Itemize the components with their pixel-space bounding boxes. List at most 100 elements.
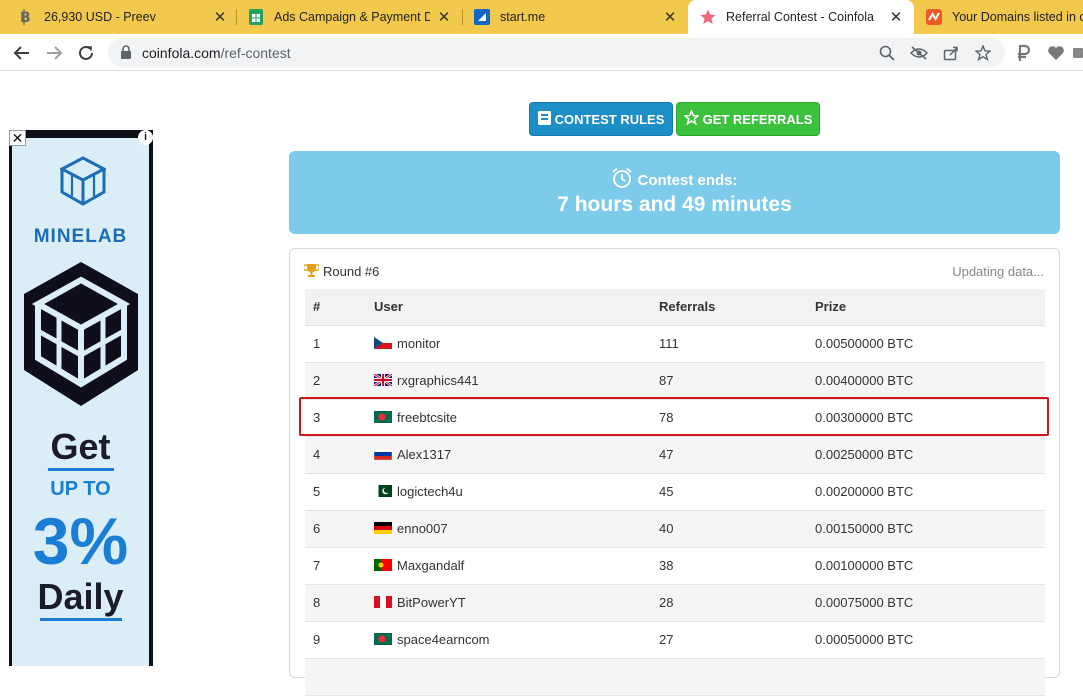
trophy-icon bbox=[302, 263, 321, 280]
countdown-time: 7 hours and 49 minutes bbox=[557, 193, 792, 216]
table-row: 2 rxgraphics441 87 0.00400000 BTC bbox=[305, 362, 1045, 400]
ad-brand: MINELAB bbox=[33, 226, 128, 247]
flag-cz-icon bbox=[374, 337, 392, 349]
url-host: coinfola.com bbox=[142, 45, 221, 61]
tab-title: Referral Contest - Coinfola bbox=[726, 10, 874, 24]
tab-referral-contest[interactable]: Referral Contest - Coinfola ✕ bbox=[688, 0, 914, 34]
table-row: 4 Alex1317 47 0.00250000 BTC bbox=[305, 436, 1045, 474]
countdown-label: Contest ends: bbox=[637, 171, 738, 189]
prize-cell: 0.00075000 BTC bbox=[807, 584, 1045, 622]
forward-icon[interactable] bbox=[42, 41, 66, 65]
column-header-prize: Prize bbox=[807, 289, 1045, 326]
flag-gb-icon bbox=[373, 373, 393, 387]
user-cell: BitPowerYT bbox=[366, 584, 651, 622]
bitcoin-icon: B bbox=[18, 9, 34, 25]
eye-off-icon[interactable] bbox=[910, 44, 928, 62]
get-referrals-button[interactable]: GET REFERRALS bbox=[676, 102, 820, 136]
username: enno007 bbox=[397, 521, 448, 536]
tab-title: 26,930 USD - Preev bbox=[44, 10, 156, 24]
user-cell: space4earncom bbox=[366, 621, 651, 659]
lock-icon[interactable] bbox=[120, 45, 132, 64]
username: monitor bbox=[397, 336, 441, 351]
user-cell: Alex1317 bbox=[366, 436, 651, 474]
tab-title: Your Domains listed in or bbox=[952, 10, 1083, 24]
tab-startme[interactable]: start.me ✕ bbox=[462, 0, 688, 34]
browser-toolbar: coinfola.com/ref-contest bbox=[0, 34, 1083, 71]
close-tab-icon[interactable]: ✕ bbox=[662, 8, 678, 26]
username: BitPowerYT bbox=[397, 595, 466, 610]
table-row: 1 monitor 111 0.00500000 BTC bbox=[305, 325, 1045, 363]
startme-icon bbox=[474, 9, 490, 25]
leaderboard-table: # User Referrals Prize 1 monitor 111 0.0… bbox=[305, 289, 1045, 696]
rules-book-icon bbox=[537, 110, 551, 128]
back-icon[interactable] bbox=[10, 41, 34, 65]
referrals-cell: 47 bbox=[651, 436, 807, 474]
tab-title: start.me bbox=[500, 10, 546, 24]
referrals-cell: 27 bbox=[651, 621, 807, 659]
bookmark-star-icon[interactable] bbox=[974, 44, 992, 62]
rank-cell: 4 bbox=[305, 436, 366, 474]
heart-extension-icon[interactable] bbox=[1044, 41, 1068, 65]
ad-banner[interactable]: MINELAB Get UP TO 3% Daily bbox=[12, 138, 149, 666]
tab-strip: B 26,930 USD - Preev ✕ Ads Campaign & Pa… bbox=[0, 0, 1083, 34]
tab-your-domains[interactable]: Your Domains listed in or bbox=[914, 0, 1083, 34]
username: space4earncom bbox=[397, 632, 490, 647]
reload-icon[interactable] bbox=[74, 41, 98, 65]
user-cell: rxgraphics441 bbox=[366, 362, 651, 400]
flag-ru-icon bbox=[373, 447, 393, 461]
rank-cell: 5 bbox=[305, 473, 366, 511]
share-icon[interactable] bbox=[942, 44, 960, 62]
sheets-icon bbox=[248, 9, 264, 25]
referrals-cell: 87 bbox=[651, 362, 807, 400]
referrals-cell: 40 bbox=[651, 510, 807, 548]
rank-cell: 6 bbox=[305, 510, 366, 548]
url-path: /ref-contest bbox=[220, 45, 291, 61]
referrals-cell: 38 bbox=[651, 547, 807, 585]
domains-icon bbox=[926, 9, 942, 25]
rank-cell bbox=[305, 658, 366, 696]
column-header-rank: # bbox=[305, 289, 366, 326]
prize-cell bbox=[807, 658, 1045, 696]
prize-cell: 0.00050000 BTC bbox=[807, 621, 1045, 659]
ad-upto: UP TO bbox=[50, 478, 111, 500]
countdown-label-row: Contest ends: bbox=[289, 167, 1060, 193]
rank-cell: 8 bbox=[305, 584, 366, 622]
column-header-referrals: Referrals bbox=[651, 289, 807, 326]
prize-cell: 0.00150000 BTC bbox=[807, 510, 1045, 548]
zoom-icon[interactable] bbox=[878, 44, 896, 62]
tab-ads-campaign[interactable]: Ads Campaign & Payment Det ✕ bbox=[236, 0, 462, 34]
ad-info-icon[interactable]: i bbox=[138, 130, 153, 145]
ad-underline bbox=[40, 618, 122, 621]
ad-percent: 3% bbox=[32, 504, 129, 578]
user-cell: Maxgandalf bbox=[366, 547, 651, 585]
close-tab-icon[interactable]: ✕ bbox=[888, 8, 904, 26]
ad-underline bbox=[48, 468, 114, 471]
user-cell bbox=[366, 658, 651, 696]
referrals-cell: 28 bbox=[651, 584, 807, 622]
tab-preev[interactable]: B 26,930 USD - Preev ✕ bbox=[6, 0, 238, 34]
ad-close-icon[interactable]: ✕ bbox=[9, 130, 26, 146]
table-row: 7 Maxgandalf 38 0.00100000 BTC bbox=[305, 547, 1045, 585]
user-cell: enno007 bbox=[366, 510, 651, 548]
ruble-extension-icon[interactable] bbox=[1012, 41, 1036, 65]
table-row: 6 enno007 40 0.00150000 BTC bbox=[305, 510, 1045, 548]
table-row bbox=[305, 658, 1045, 696]
user-cell: monitor bbox=[366, 325, 651, 363]
address-bar[interactable]: coinfola.com/ref-contest bbox=[108, 38, 1005, 67]
contest-rules-label: CONTEST RULES bbox=[554, 111, 665, 127]
table-header-row: # User Referrals Prize bbox=[305, 289, 1045, 326]
prize-cell: 0.00200000 BTC bbox=[807, 473, 1045, 511]
rank-cell: 7 bbox=[305, 547, 366, 585]
advertisement[interactable]: MINELAB Get UP TO 3% Daily ✕ i bbox=[9, 130, 153, 666]
contest-rules-button[interactable]: CONTEST RULES bbox=[529, 102, 673, 136]
referrals-cell: 45 bbox=[651, 473, 807, 511]
close-tab-icon[interactable]: ✕ bbox=[436, 8, 452, 26]
flag-pk-icon bbox=[374, 485, 392, 497]
prize-cell: 0.00400000 BTC bbox=[807, 362, 1045, 400]
url-text: coinfola.com/ref-contest bbox=[142, 45, 291, 61]
tab-title: Ads Campaign & Payment Det bbox=[274, 10, 430, 24]
ad-daily: Daily bbox=[37, 576, 124, 617]
close-tab-icon[interactable]: ✕ bbox=[212, 8, 228, 26]
flag-bd-icon bbox=[374, 633, 392, 645]
puzzle-extension-icon[interactable] bbox=[1073, 46, 1083, 60]
